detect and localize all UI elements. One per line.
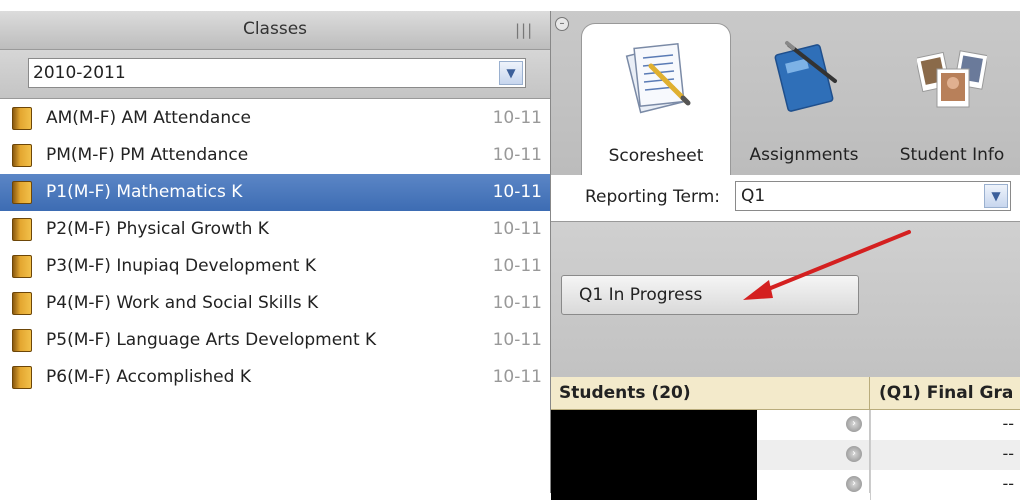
class-term: 10-11 <box>492 145 542 165</box>
classes-title: Classes <box>242 19 308 39</box>
grade-value: -- <box>1002 444 1014 463</box>
class-name: P3(M-F) Inupiaq Development K <box>46 256 316 276</box>
scoresheet-icon <box>625 43 691 114</box>
tab-scoresheet[interactable]: Scoresheet <box>581 23 731 175</box>
class-term: 10-11 <box>492 293 542 313</box>
class-detail-panel: – Scoresheet Assignments Student Info Re… <box>550 11 1020 500</box>
students-column-header[interactable]: Students (20) <box>559 383 691 403</box>
class-name: P2(M-F) Physical Growth K <box>46 219 269 239</box>
column-divider <box>869 377 870 409</box>
class-item[interactable]: PM(M-F) PM Attendance 10-11 <box>0 137 550 174</box>
tab-student-info[interactable]: Student Info <box>877 23 1020 175</box>
book-icon <box>12 292 32 315</box>
class-term: 10-11 <box>492 219 542 239</box>
grade-value: -- <box>1002 474 1014 493</box>
tab-bar: – Scoresheet Assignments Student Info <box>551 11 1020 175</box>
class-term: 10-11 <box>492 256 542 276</box>
tab-label: Scoresheet <box>608 146 704 166</box>
chevron-down-icon[interactable]: ▼ <box>499 61 523 85</box>
class-name: AM(M-F) AM Attendance <box>46 108 251 128</box>
chevron-down-icon[interactable]: ▼ <box>984 184 1008 208</box>
book-icon <box>12 366 32 389</box>
redacted-student-name <box>551 440 757 470</box>
class-name: P1(M-F) Mathematics K <box>46 182 243 202</box>
reporting-term-value: Q1 <box>741 186 766 206</box>
reporting-term-label: Reporting Term: <box>585 187 720 207</box>
annotation-arrow-icon <box>743 230 911 300</box>
class-name: P4(M-F) Work and Social Skills K <box>46 293 319 313</box>
student-photos-icon <box>917 50 987 108</box>
book-icon <box>12 218 32 241</box>
table-row[interactable]: › -- <box>551 410 1020 440</box>
notebook-icon <box>774 41 837 112</box>
class-term: 10-11 <box>492 330 542 350</box>
progress-area: Q1 In Progress <box>551 222 1020 377</box>
reporting-term-bar: Reporting Term: Q1 ▼ <box>551 175 1020 222</box>
grid-header: Students (20) (Q1) Final Gra <box>551 377 1020 410</box>
class-item[interactable]: P3(M-F) Inupiaq Development K 10-11 <box>0 248 550 285</box>
class-term: 10-11 <box>492 182 542 202</box>
expand-icon[interactable]: › <box>846 416 862 432</box>
class-item[interactable]: AM(M-F) AM Attendance 10-11 <box>0 100 550 137</box>
table-row[interactable]: › -- <box>551 440 1020 470</box>
final-grade-cell[interactable]: -- <box>870 440 1020 470</box>
class-item[interactable]: P5(M-F) Language Arts Development K 10-1… <box>0 322 550 359</box>
classes-header: Classes ||| <box>0 11 550 50</box>
book-icon <box>12 181 32 204</box>
school-year-select[interactable]: 2010-2011 ▼ <box>28 58 526 88</box>
grade-value: -- <box>1002 414 1014 433</box>
reporting-term-select[interactable]: Q1 ▼ <box>735 181 1011 211</box>
class-term: 10-11 <box>492 367 542 387</box>
classes-panel: Classes ||| 2010-2011 ▼ AM(M-F) AM Atten… <box>0 11 550 493</box>
table-row[interactable]: › -- <box>551 470 1020 500</box>
final-grade-cell[interactable]: -- <box>870 410 1020 440</box>
class-name: P5(M-F) Language Arts Development K <box>46 330 377 350</box>
class-name: P6(M-F) Accomplished K <box>46 367 251 387</box>
expand-icon[interactable]: › <box>846 476 862 492</box>
book-icon <box>12 144 32 167</box>
redacted-student-name <box>551 410 757 440</box>
class-item[interactable]: P2(M-F) Physical Growth K 10-11 <box>0 211 550 248</box>
panel-resize-grip[interactable]: ||| <box>515 21 533 39</box>
book-icon <box>12 329 32 352</box>
collapse-icon[interactable]: – <box>555 17 569 31</box>
tab-assignments[interactable]: Assignments <box>729 23 879 175</box>
tab-label: Assignments <box>749 145 859 165</box>
class-item-selected[interactable]: P1(M-F) Mathematics K 10-11 <box>0 174 550 211</box>
school-year-value: 2010-2011 <box>33 63 126 83</box>
class-list: AM(M-F) AM Attendance 10-11 PM(M-F) PM A… <box>0 100 550 396</box>
book-icon <box>12 107 32 130</box>
expand-icon[interactable]: › <box>846 446 862 462</box>
class-item[interactable]: P6(M-F) Accomplished K 10-11 <box>0 359 550 396</box>
final-grade-column-header[interactable]: (Q1) Final Gra <box>879 383 1013 403</box>
final-grade-cell[interactable]: -- <box>870 470 1020 500</box>
book-icon <box>12 255 32 278</box>
class-name: PM(M-F) PM Attendance <box>46 145 249 165</box>
year-bar: 2010-2011 ▼ <box>0 50 550 99</box>
class-term: 10-11 <box>492 108 542 128</box>
redacted-student-name <box>551 470 757 500</box>
tab-label: Student Info <box>899 145 1005 165</box>
class-item[interactable]: P4(M-F) Work and Social Skills K 10-11 <box>0 285 550 322</box>
